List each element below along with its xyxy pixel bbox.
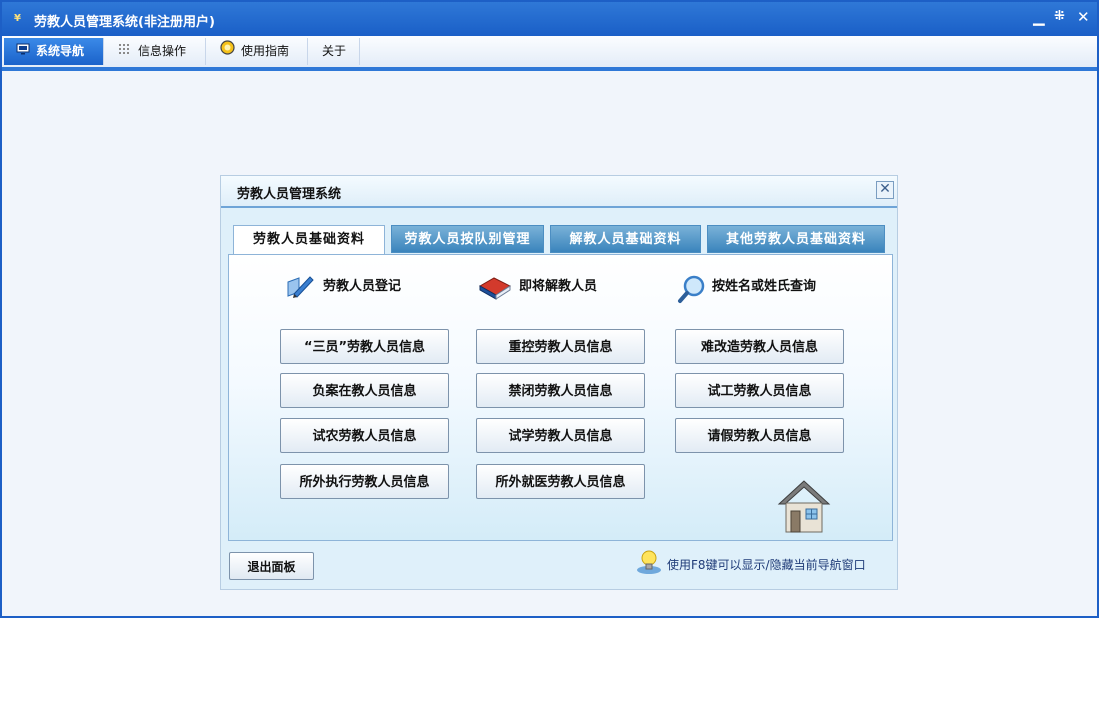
edit-pen-icon [285,274,315,300]
hint-text: 使用F8键可以显示/隐藏当前导航窗口 [667,558,866,572]
window-title: 劳教人员管理系统(非注册用户) [34,15,215,30]
tab-label: 系统导航 [36,44,85,58]
home-icon[interactable] [777,478,831,534]
tab-label: 信息操作 [138,44,187,58]
confinement-info-button[interactable]: 禁闭劳教人员信息 [476,373,645,408]
navigation-panel: 劳教人员管理系统 ✕ 劳教人员基础资料 劳教人员按队别管理 解教人员基础资料 其… [220,175,898,590]
subtab-by-team[interactable]: 劳教人员按队别管理 [391,225,544,253]
upcoming-release-link[interactable]: 即将解教人员 [478,274,628,300]
pending-case-info-button[interactable]: 负案在教人员信息 [280,373,449,408]
tab-about[interactable]: 关于 [310,38,360,65]
three-member-info-button[interactable]: “三员”劳教人员信息 [280,329,449,364]
trial-study-info-button[interactable]: 试学劳教人员信息 [476,418,645,453]
exit-panel-button[interactable]: 退出面板 [229,552,314,580]
magnifier-icon [677,274,707,303]
menu-bar: 系统导航 信息操作 使用指南 关于 [2,36,1097,71]
outside-execution-info-button[interactable]: 所外执行劳教人员信息 [280,464,449,499]
trial-work-info-button[interactable]: 试工劳教人员信息 [675,373,844,408]
lightbulb-icon [636,548,662,576]
panel-close-icon[interactable]: ✕ [876,181,894,199]
trial-farm-info-button[interactable]: 试农劳教人员信息 [280,418,449,453]
main-window: ¥ 劳教人员管理系统(非注册用户) ▁ ⁜ ✕ 系统导航 信息操作 使用指南 关… [0,0,1099,618]
outside-medical-info-button[interactable]: 所外就医劳教人员信息 [476,464,645,499]
book-icon [478,274,512,300]
subtab-basic-info[interactable]: 劳教人员基础资料 [233,225,385,255]
restore-icon[interactable]: ⁜ [1054,9,1065,24]
f8-hint: 使用F8键可以显示/隐藏当前导航窗口 [636,548,886,578]
app-logo-icon: ¥ [14,13,21,24]
tab-system-navigation[interactable]: 系统导航 [4,38,104,65]
search-by-name-link[interactable]: 按姓名或姓氏查询 [677,274,877,303]
grid-icon [118,38,132,65]
close-icon[interactable]: ✕ [1077,8,1090,26]
tab-info-operations[interactable]: 信息操作 [106,38,206,65]
minimize-icon[interactable]: ▁ [1033,8,1045,26]
panel-header: 劳教人员管理系统 ✕ [221,176,897,208]
register-inmate-link[interactable]: 劳教人员登记 [285,274,435,300]
key-control-info-button[interactable]: 重控劳教人员信息 [476,329,645,364]
tab-content: 劳教人员登记 即将解教人员 按姓名或姓氏查询 “三员”劳教人员信息 重控劳教人员… [228,254,893,541]
subtab-released-info[interactable]: 解教人员基础资料 [550,225,701,253]
tab-user-guide[interactable]: 使用指南 [208,38,308,65]
subtab-other-info[interactable]: 其他劳教人员基础资料 [707,225,885,253]
tab-label: 使用指南 [241,44,290,58]
monitor-icon [16,38,30,65]
panel-title: 劳教人员管理系统 [237,187,342,202]
help-circle-icon [220,38,235,65]
leave-info-button[interactable]: 请假劳教人员信息 [675,418,844,453]
hard-reform-info-button[interactable]: 难改造劳教人员信息 [675,329,844,364]
title-bar: ¥ 劳教人员管理系统(非注册用户) ▁ ⁜ ✕ [2,2,1097,36]
tab-label: 关于 [322,44,347,58]
